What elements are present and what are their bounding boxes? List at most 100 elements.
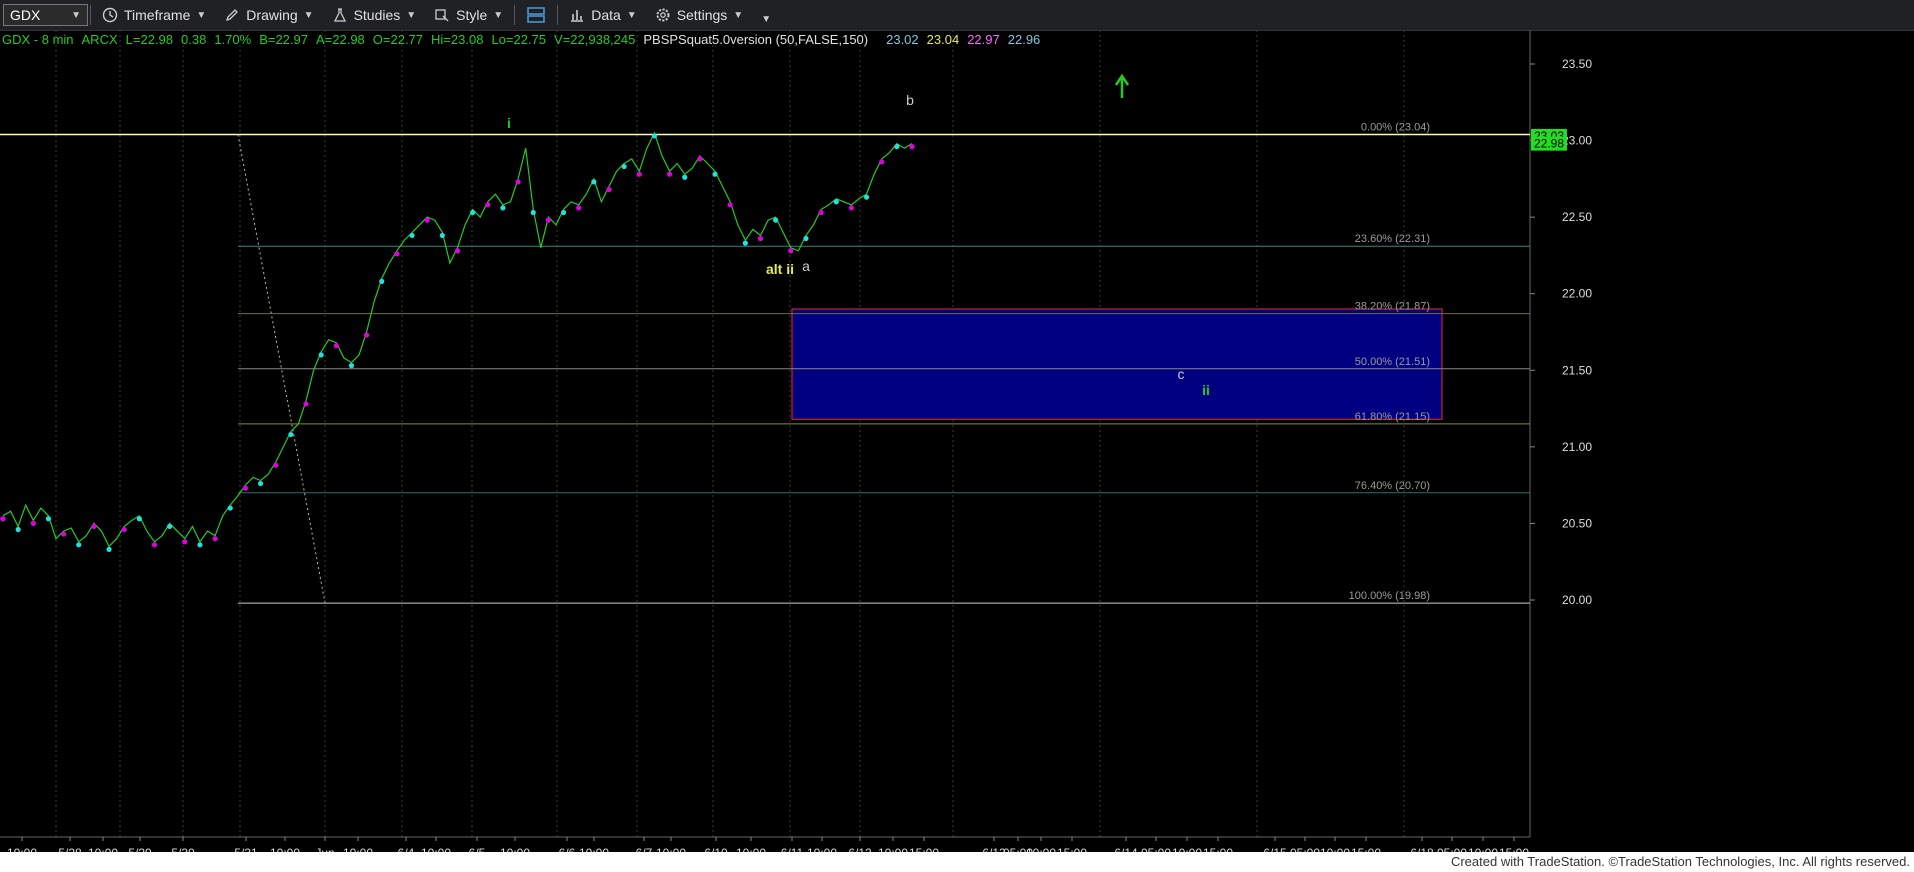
style-menu[interactable]: Style ▼ [425,0,512,30]
price-chart[interactable]: 23.5023.0022.5022.0021.5021.0020.5020.00… [0,30,1914,852]
study-dot [757,235,764,242]
timeframe-label: Timeframe [124,7,191,23]
study-dot [15,526,21,533]
symbol-timeframe: GDX - 8 min [2,31,74,47]
study-dot [879,159,885,165]
clock-icon [102,7,118,23]
symbol-text: GDX [10,7,41,23]
ask-price: A=22.98 [315,31,365,47]
study-dot [788,248,794,254]
bid-price: B=22.97 [259,31,308,47]
symbol-dropdown[interactable]: GDX ▼ [3,4,88,26]
chevron-down-icon: ▼ [406,9,417,21]
studies-menu[interactable]: Studies ▼ [323,0,426,30]
fib-label: 61.80% (21.15) [1355,411,1430,423]
chevron-down-icon: ▼ [71,9,81,21]
wave-label: c [1178,366,1185,382]
layout-button[interactable] [517,0,555,30]
target-zone[interactable] [791,308,1443,420]
study-dot [560,209,567,216]
style-label: Style [456,7,488,23]
more-menu[interactable]: ▼ [752,0,780,30]
open-price: O=22.77 [372,31,424,47]
study-dot [545,217,552,223]
y-tick-label: 21.00 [1562,440,1592,454]
study-dot [485,202,491,208]
y-tick-label: 21.50 [1562,363,1592,377]
timeframe-menu[interactable]: Timeframe ▼ [93,0,215,30]
price-line[interactable] [2,131,913,548]
study-dot [379,278,385,284]
study-dot [197,542,203,548]
wave-label: b [906,92,914,108]
y-tick-label: 20.50 [1562,516,1592,530]
data-menu[interactable]: Data ▼ [560,0,645,30]
study-dot [242,485,248,491]
study-dot [727,202,733,208]
study-dot [439,232,445,239]
study-value-2: 23.04 [926,31,960,47]
fib-label: 0.00% (23.04) [1361,121,1430,133]
study-dot [803,235,809,242]
up-arrow-icon [1114,73,1130,98]
study-dot [621,163,627,170]
study-dot [863,194,870,200]
fib-label: 50.00% (21.51) [1355,356,1430,368]
study-dot [318,352,324,358]
study-dot [61,531,67,537]
study-dot [606,186,612,193]
study-dot [212,536,218,542]
study-dot [530,209,536,216]
fib-label: 38.20% (21.87) [1355,301,1430,313]
study-dot [348,363,355,369]
y-tick-label: 22.50 [1562,210,1592,224]
high-price: Hi=23.08 [431,31,484,47]
study-dot [257,480,264,487]
study-dot [682,174,688,180]
chevron-down-icon: ▼ [303,9,314,21]
fib-label: 100.00% (19.98) [1349,590,1430,602]
flask-icon [332,7,348,23]
toolbar: GDX ▼ Timeframe ▼ Drawing ▼ Studies ▼ St… [0,0,1914,31]
info-bar: GDX - 8 min ARCX L=22.98 0.38 1.70% B=22… [0,30,1040,48]
wave-label: ii [1202,382,1210,398]
toolbar-divider [557,5,559,25]
study-dot [818,209,824,216]
exchange: ARCX [81,31,118,47]
study-dot [712,171,718,177]
settings-menu[interactable]: Settings ▼ [646,0,753,30]
study-dot [151,542,158,548]
study-dot [288,431,294,438]
chevron-down-icon: ▼ [626,9,637,21]
price-tag-label: 22.98 [1534,137,1564,151]
toolbar-divider [90,5,91,25]
fib-label: 76.40% (20.70) [1355,480,1430,492]
study-dot [773,217,779,223]
layout-icon [526,5,546,25]
study-dot [121,526,127,533]
drawing-menu[interactable]: Drawing ▼ [215,0,322,30]
study-dot [742,240,748,246]
gear-icon [655,7,671,23]
y-tick-label: 23.50 [1562,57,1592,71]
chevron-down-icon: ▼ [733,9,744,21]
study-dot [394,251,400,257]
study-dot [30,520,36,526]
footer-credit: Created with TradeStation. ©TradeStation… [0,852,1914,872]
fib-label: 23.60% (22.31) [1355,233,1430,245]
y-tick-label: 22.00 [1562,287,1592,301]
wave-label: i [507,115,511,131]
study-dot [454,248,461,254]
study-dot [136,516,142,522]
last-price: L=22.98 [125,31,173,47]
study-dot [833,199,839,205]
study-dot [0,516,6,522]
studies-label: Studies [353,7,401,23]
study-value-4: 22.96 [1007,31,1041,47]
study-dot [45,516,52,522]
style-icon [434,7,450,23]
chevron-down-icon: ▼ [493,9,504,21]
study-dot [76,542,82,548]
chevron-down-icon: ▼ [196,9,207,21]
study-dot [303,401,309,407]
